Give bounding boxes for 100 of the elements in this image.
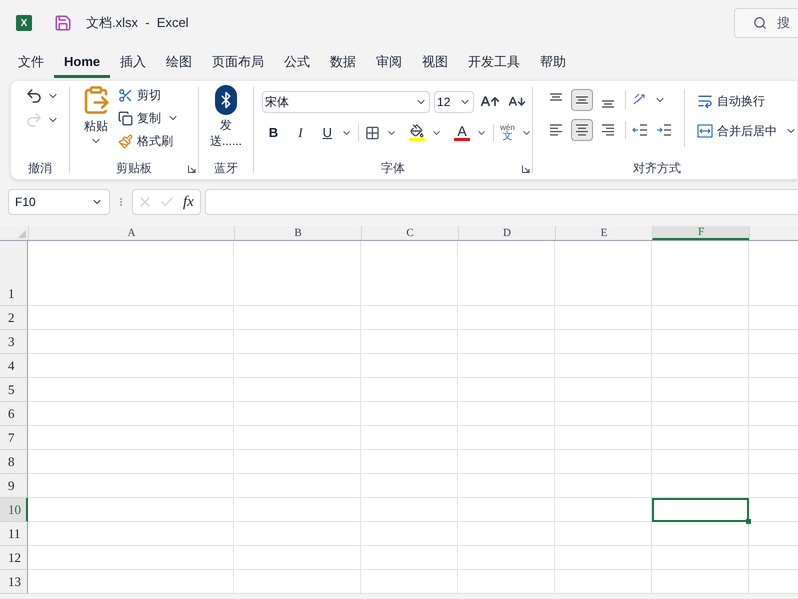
- table-cell[interactable]: [234, 474, 361, 498]
- table-cell[interactable]: [555, 522, 652, 546]
- table-cell[interactable]: [652, 330, 749, 354]
- table-cell[interactable]: [28, 402, 234, 426]
- table-cell[interactable]: [234, 241, 361, 306]
- table-cell[interactable]: [28, 570, 234, 594]
- table-cell[interactable]: [652, 522, 749, 546]
- table-cell[interactable]: [458, 426, 555, 450]
- merge-center-button[interactable]: 合并后居中: [697, 121, 777, 141]
- table-cell[interactable]: [555, 546, 652, 570]
- table-cell[interactable]: [458, 306, 555, 330]
- ribbon-tab[interactable]: 绘图: [156, 48, 202, 78]
- ribbon-tab[interactable]: 公式: [274, 48, 320, 78]
- column-header[interactable]: D: [458, 226, 555, 240]
- ribbon-tab[interactable]: 数据: [320, 48, 366, 78]
- row-header[interactable]: 1: [0, 241, 28, 306]
- table-cell[interactable]: [234, 546, 361, 570]
- ribbon-tab[interactable]: 文件: [8, 48, 54, 78]
- table-cell[interactable]: [234, 330, 361, 354]
- borders-icon[interactable]: [364, 124, 380, 141]
- phonetic-guide-button[interactable]: wén 文: [500, 124, 515, 142]
- table-cell[interactable]: [458, 522, 555, 546]
- table-cell[interactable]: [458, 498, 555, 522]
- table-cell[interactable]: [234, 426, 361, 450]
- underline-button[interactable]: U: [320, 123, 335, 142]
- indent-decrease-icon[interactable]: [632, 123, 648, 137]
- table-cell[interactable]: [652, 426, 749, 450]
- undo-icon[interactable]: [25, 87, 43, 105]
- column-header[interactable]: F: [652, 226, 749, 240]
- table-cell[interactable]: [28, 330, 234, 354]
- table-cell[interactable]: [361, 330, 458, 354]
- ribbon-tab[interactable]: 插入: [110, 48, 156, 78]
- table-cell[interactable]: [458, 402, 555, 426]
- copy-button[interactable]: 复制: [118, 108, 162, 128]
- table-cell[interactable]: [28, 450, 234, 474]
- formula-input[interactable]: [204, 189, 798, 215]
- format-painter-button[interactable]: 格式刷: [118, 131, 180, 151]
- font-color-button[interactable]: A: [454, 124, 470, 142]
- save-icon[interactable]: [54, 14, 72, 32]
- paste-button[interactable]: 粘贴: [80, 85, 112, 157]
- ribbon-tab[interactable]: 开发工具: [458, 48, 530, 78]
- fill-color-icon[interactable]: [408, 124, 425, 142]
- table-cell[interactable]: [555, 378, 652, 402]
- insert-function-button[interactable]: fx: [181, 190, 196, 214]
- table-cell[interactable]: [234, 498, 361, 522]
- table-cell[interactable]: [458, 570, 555, 594]
- row-header[interactable]: 2: [0, 306, 28, 330]
- table-cell[interactable]: [234, 378, 361, 402]
- row-header[interactable]: 11: [0, 522, 28, 546]
- row-header[interactable]: 10: [0, 498, 28, 522]
- table-cell[interactable]: [361, 426, 458, 450]
- table-cell[interactable]: [555, 570, 652, 594]
- italic-button[interactable]: I: [292, 123, 308, 142]
- table-cell[interactable]: [28, 546, 234, 570]
- font-size-dropdown[interactable]: 12: [434, 91, 474, 113]
- table-cell[interactable]: [234, 354, 361, 378]
- table-cell[interactable]: [652, 450, 749, 474]
- name-box[interactable]: F10: [8, 189, 110, 215]
- table-cell[interactable]: [28, 306, 234, 330]
- table-cell[interactable]: [28, 241, 234, 306]
- ribbon-tab[interactable]: 审阅: [366, 48, 412, 78]
- row-header[interactable]: 12: [0, 546, 28, 570]
- table-cell[interactable]: [652, 241, 749, 306]
- table-cell[interactable]: [458, 330, 555, 354]
- table-cell[interactable]: [555, 330, 652, 354]
- table-cell[interactable]: [555, 306, 652, 330]
- font-name-dropdown[interactable]: 宋体: [262, 91, 430, 113]
- row-header[interactable]: 13: [0, 570, 28, 594]
- table-cell[interactable]: [458, 354, 555, 378]
- table-cell[interactable]: [652, 402, 749, 426]
- table-cell[interactable]: [361, 474, 458, 498]
- row-header[interactable]: 9: [0, 474, 28, 498]
- table-cell[interactable]: [234, 450, 361, 474]
- table-cell[interactable]: [458, 450, 555, 474]
- column-header[interactable]: A: [28, 226, 234, 240]
- more-options-icon[interactable]: [118, 196, 124, 208]
- table-cell[interactable]: [458, 474, 555, 498]
- row-header[interactable]: 7: [0, 426, 28, 450]
- bluetooth-send-button[interactable]: 发送......: [206, 85, 246, 157]
- table-cell[interactable]: [234, 402, 361, 426]
- column-header[interactable]: B: [234, 226, 361, 240]
- table-cell[interactable]: [458, 241, 555, 306]
- table-cell[interactable]: [234, 306, 361, 330]
- table-cell[interactable]: [28, 426, 234, 450]
- table-cell[interactable]: [361, 354, 458, 378]
- table-cell[interactable]: [361, 306, 458, 330]
- table-cell[interactable]: [555, 402, 652, 426]
- align-center-button[interactable]: [571, 119, 593, 141]
- table-cell[interactable]: [555, 474, 652, 498]
- search-field[interactable]: 搜: [734, 8, 798, 38]
- select-all-icon[interactable]: [18, 230, 26, 238]
- table-cell[interactable]: [652, 354, 749, 378]
- table-cell[interactable]: [28, 354, 234, 378]
- dialog-launcher-icon[interactable]: [522, 165, 530, 173]
- table-cell[interactable]: [361, 498, 458, 522]
- table-cell[interactable]: [652, 546, 749, 570]
- row-header[interactable]: 8: [0, 450, 28, 474]
- table-cell[interactable]: [555, 450, 652, 474]
- table-cell[interactable]: [458, 546, 555, 570]
- ribbon-tab[interactable]: 视图: [412, 48, 458, 78]
